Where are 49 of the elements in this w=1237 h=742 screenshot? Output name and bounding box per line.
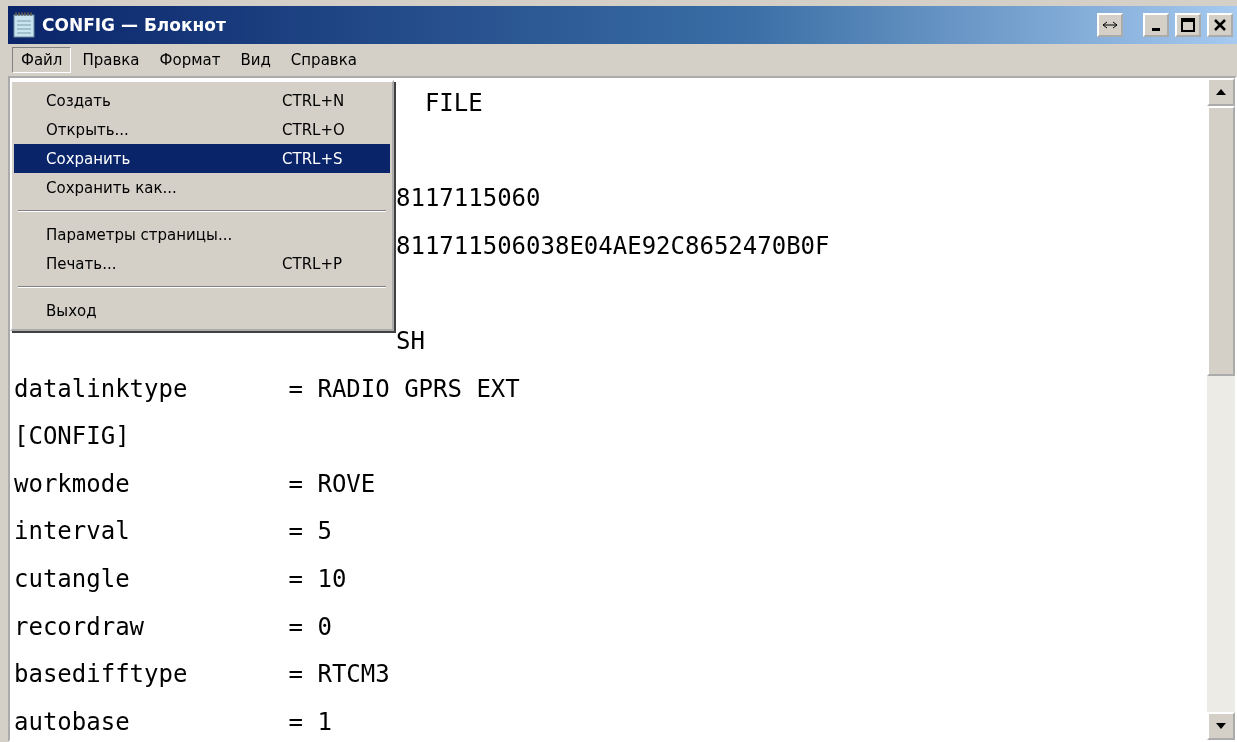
option-label: Открыть... (46, 120, 130, 139)
option-label: Сохранить (46, 149, 132, 168)
shortcut-label: CTRL+S (282, 149, 343, 168)
window-title: CONFIG — Блокнот (42, 15, 227, 35)
resize-icon[interactable] (1097, 13, 1123, 37)
option-label: Сохранить как... (46, 178, 178, 197)
close-icon (1214, 19, 1226, 31)
menu-item[interactable]: Формат (150, 47, 230, 73)
text-line: 811711506038E04AE92C8652470B0F (396, 231, 830, 260)
menu-option[interactable]: Сохранить CTRL+S (14, 144, 390, 173)
menu-option[interactable]: Параметры страницы... (14, 220, 390, 249)
minimize-button[interactable] (1143, 13, 1169, 37)
text-line: interval = 5 (14, 517, 332, 546)
minimize-icon (1152, 27, 1160, 31)
menu-option[interactable]: Выход (14, 296, 390, 325)
menu-item[interactable]: Вид (231, 47, 280, 73)
menu-item[interactable]: Справка (281, 47, 366, 73)
down-triangle-icon (1216, 723, 1226, 729)
menu-item[interactable]: Файл (12, 47, 72, 73)
option-label: Выход (46, 301, 98, 320)
text-line: datalinktype = RADIO GPRS EXT (14, 374, 520, 403)
text-line: FILE (423, 89, 483, 117)
option-label: Печать... (46, 254, 118, 273)
menu-option[interactable]: Сохранить как... (14, 173, 390, 202)
menu-option[interactable]: Открыть... CTRL+O (14, 115, 390, 144)
shortcut-label: CTRL+P (282, 254, 343, 273)
text-line: 8117115060 (396, 184, 541, 213)
text-line: autobase = 1 (14, 707, 332, 736)
menu-item[interactable]: Правка (73, 47, 149, 73)
up-triangle-icon (1216, 89, 1226, 95)
text-line: workmode = ROVE (14, 469, 376, 498)
notepad-icon (12, 12, 36, 38)
menu-option[interactable]: Создать CTRL+N (14, 86, 390, 115)
option-label: Создать (46, 91, 112, 110)
text-line: recordraw = 0 (14, 612, 332, 641)
text-line: cutangle = 10 (14, 564, 347, 593)
shortcut-label: CTRL+N (282, 91, 345, 110)
text-line: basedifftype = RTCM3 (14, 660, 390, 689)
maximize-button[interactable] (1175, 13, 1201, 37)
scroll-down-button[interactable] (1207, 712, 1235, 740)
scroll-up-button[interactable] (1207, 78, 1235, 106)
text-line: SH (396, 326, 425, 355)
option-label: Параметры страницы... (46, 225, 234, 244)
close-button[interactable] (1207, 13, 1233, 37)
text-line: [CONFIG] (14, 422, 130, 451)
menu-option[interactable]: Печать... CTRL+P (14, 249, 390, 278)
maximize-icon (1181, 18, 1195, 32)
shortcut-label: CTRL+O (282, 120, 345, 139)
scroll-thumb[interactable] (1207, 106, 1235, 376)
